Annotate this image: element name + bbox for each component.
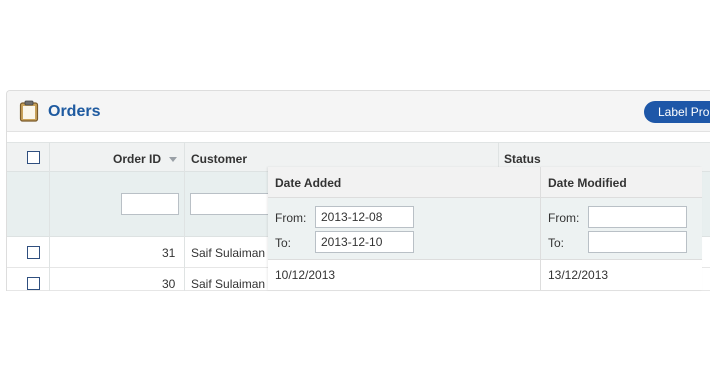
overlay-table-row[interactable]: 10/12/2013 13/12/2013 — [268, 260, 702, 290]
date-columns-overlay: Date Added Date Modified From: To: From:… — [268, 167, 702, 290]
date-modified-from-input[interactable] — [588, 206, 687, 228]
date-added-to-label: To: — [275, 236, 292, 250]
column-header-status[interactable]: Status — [504, 152, 541, 166]
clipboard-icon — [19, 100, 39, 122]
column-header-date-added[interactable]: Date Added — [275, 176, 341, 190]
date-added-to-input[interactable] — [315, 231, 414, 253]
customer-cell: Saif Sulaiman — [191, 277, 266, 291]
panel-heading: Orders Label Pro — [7, 91, 710, 132]
sort-desc-icon[interactable] — [169, 157, 177, 162]
customer-cell: Saif Sulaiman — [191, 246, 266, 260]
row-checkbox[interactable] — [27, 277, 40, 290]
date-added-from-input[interactable] — [315, 206, 414, 228]
column-header-order-id[interactable]: Order ID — [113, 152, 161, 166]
label-pro-button[interactable]: Label Pro — [644, 101, 710, 123]
overlay-header-row: Date Added Date Modified — [268, 167, 702, 198]
column-header-date-modified[interactable]: Date Modified — [548, 176, 627, 190]
order-id-cell: 31 — [162, 246, 176, 260]
overlay-filter-row: From: To: From: To: — [268, 198, 702, 260]
row-checkbox[interactable] — [27, 246, 40, 259]
date-modified-cell: 13/12/2013 — [548, 268, 609, 282]
column-header-customer[interactable]: Customer — [191, 152, 247, 166]
date-modified-to-label: To: — [548, 236, 565, 250]
date-added-cell: 10/12/2013 — [275, 268, 336, 282]
date-modified-from-label: From: — [548, 211, 580, 225]
order-id-filter-input[interactable] — [121, 193, 179, 215]
date-added-from-label: From: — [275, 211, 307, 225]
column-divider — [49, 142, 50, 291]
column-divider — [540, 167, 541, 290]
page-title: Orders — [48, 103, 101, 120]
date-modified-to-input[interactable] — [588, 231, 687, 253]
order-id-cell: 30 — [162, 277, 176, 291]
customer-filter-input[interactable] — [190, 193, 280, 215]
select-all-checkbox[interactable] — [27, 151, 40, 164]
column-divider — [184, 142, 185, 291]
